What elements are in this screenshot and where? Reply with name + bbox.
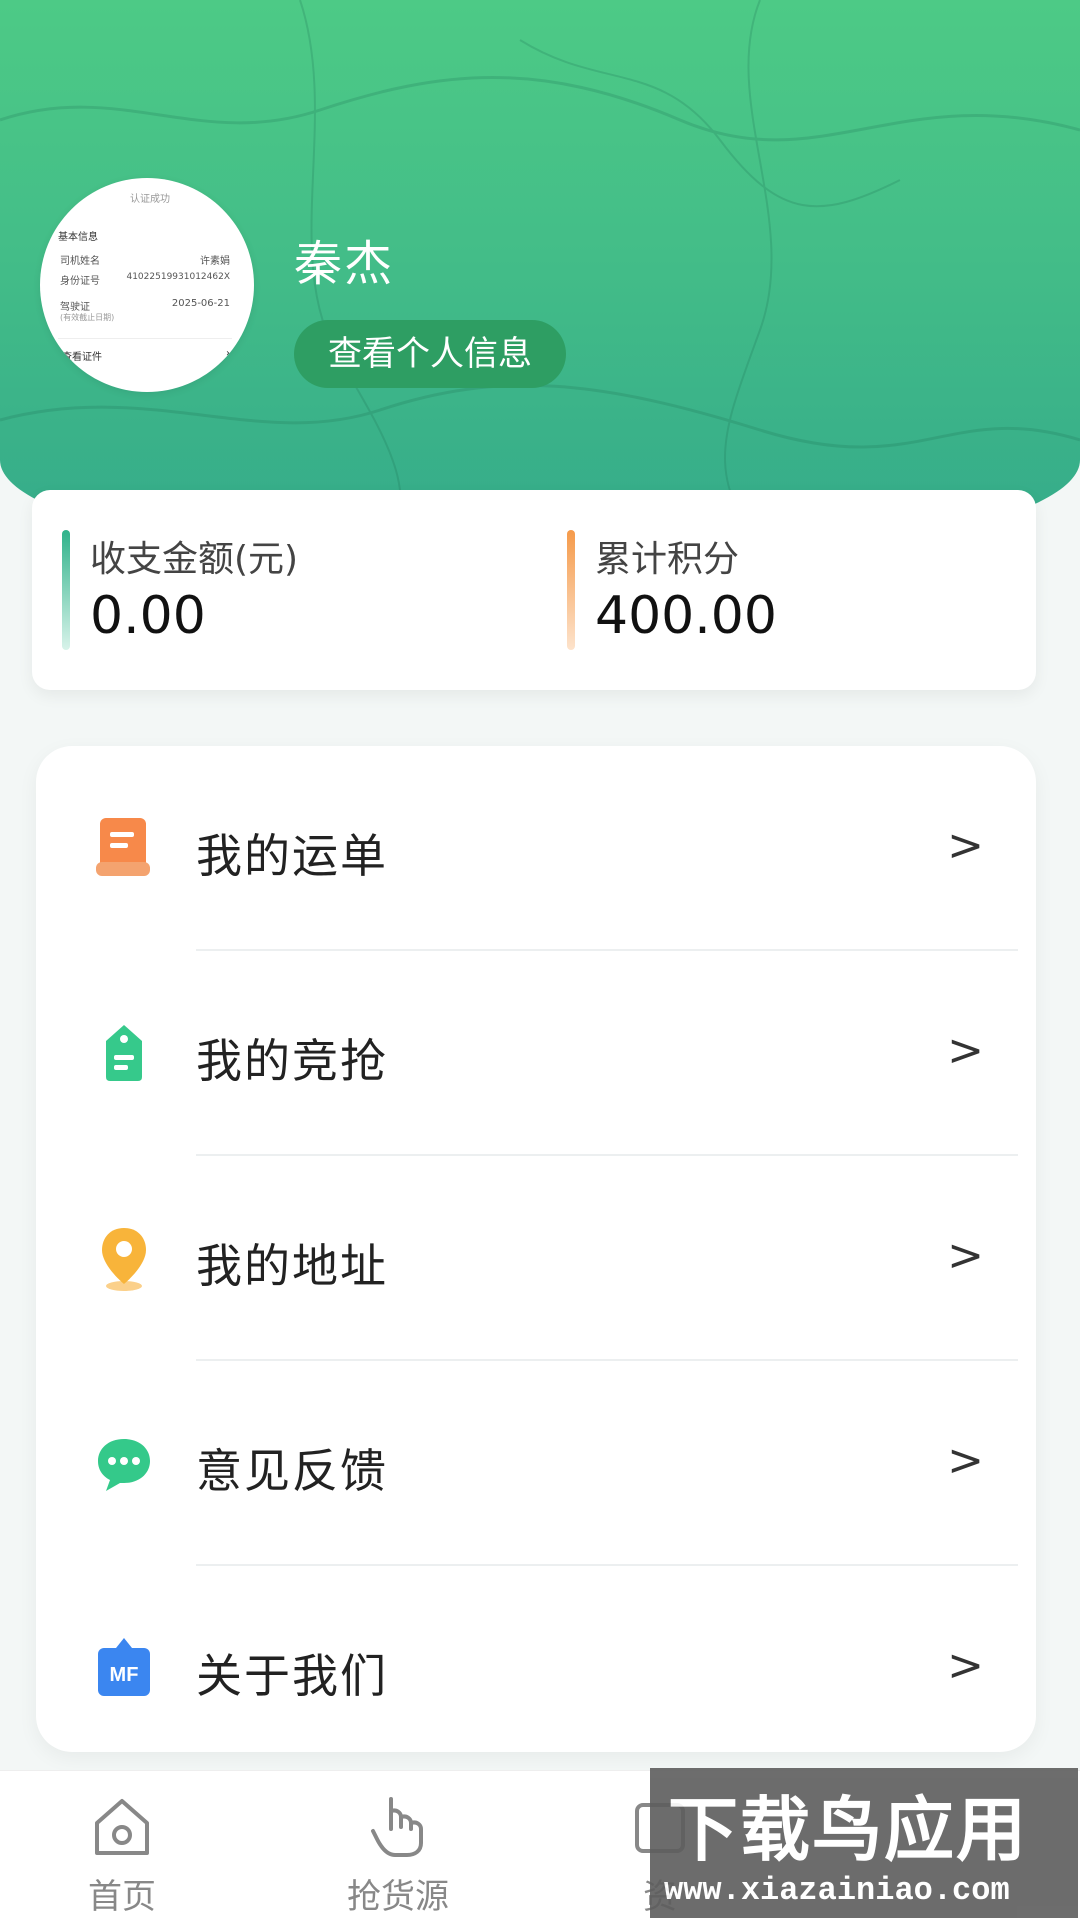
chevron-right-icon: > <box>947 1230 984 1281</box>
doc-section: 基本信息 <box>58 232 98 243</box>
menu-item-label: 我的竞抢 <box>196 1034 388 1088</box>
menu-item-label: 我的地址 <box>196 1239 388 1293</box>
balance-stat[interactable]: 收支金额(元) 0.00 <box>62 530 502 650</box>
doc-sub-note: (有效截止日期) <box>60 313 115 322</box>
avatar[interactable]: 认证成功 基本信息 司机姓名 许素娟 身份证号 4102251993101246… <box>40 178 254 392</box>
tab-label: 首页 <box>88 1877 156 1917</box>
stats-card: 收支金额(元) 0.00 累计积分 400.00 <box>32 490 1036 690</box>
menu-item-waybill[interactable]: 我的运单 > <box>36 746 1036 951</box>
location-pin-icon <box>102 1228 146 1291</box>
chevron-right-icon: > <box>947 1640 984 1691</box>
menu-item-bids[interactable]: 我的竞抢 > <box>36 951 1036 1156</box>
chevron-right-icon: › <box>226 348 230 359</box>
doc-divider <box>58 338 232 339</box>
waybill-icon <box>96 818 150 876</box>
doc-row-label: 司机姓名 <box>60 256 100 267</box>
points-value: 400.00 <box>595 586 777 646</box>
chevron-right-icon: > <box>947 1025 984 1076</box>
doc-cert-link: 查看证件 › <box>62 348 230 363</box>
doc-row-label: 身份证号 <box>60 276 100 287</box>
doc-row: 身份证号 41022519931012462X <box>60 272 230 287</box>
user-name: 秦杰 <box>294 236 395 292</box>
bid-tag-icon <box>106 1025 142 1081</box>
watermark: 下载鸟应用 www.xiazainiao.com <box>650 1768 1078 1918</box>
menu-item-label: 我的运单 <box>196 829 388 883</box>
points-accent-bar <box>567 530 575 650</box>
doc-row: 司机姓名 许素娟 <box>60 252 230 267</box>
points-label: 累计积分 <box>595 539 740 580</box>
balance-value: 0.00 <box>90 586 206 646</box>
doc-row-value: 2025-06-21 <box>171 298 230 309</box>
tab-grab-cargo[interactable]: 抢货源 <box>298 1791 498 1918</box>
svg-text:MF: MF <box>110 1664 139 1686</box>
home-icon <box>95 1799 149 1855</box>
menu-item-label: 关于我们 <box>196 1649 388 1703</box>
doc-row-label: 驾驶证 <box>60 302 90 313</box>
watermark-title: 下载鸟应用 <box>668 1789 1028 1871</box>
doc-row-value: 许素娟 <box>200 256 230 267</box>
menu-list: 我的运单 > 我的竞抢 > 我的地址 > 意见反馈 > MF 关于我们 > <box>36 746 1036 1752</box>
tab-home[interactable]: 首页 <box>22 1791 222 1918</box>
balance-label: 收支金额(元) <box>90 539 299 580</box>
view-profile-button[interactable]: 查看个人信息 <box>294 320 566 388</box>
doc-row: 驾驶证 2025-06-21 <box>60 298 230 313</box>
tap-hand-icon <box>371 1797 423 1857</box>
doc-cert-label: 查看证件 <box>62 352 102 363</box>
menu-item-about[interactable]: MF 关于我们 > <box>36 1566 1036 1771</box>
watermark-url: www.xiazainiao.com <box>664 1872 1010 1909</box>
about-mf-icon: MF <box>98 1638 150 1696</box>
doc-row-value: 41022519931012462X <box>126 272 230 282</box>
avatar-document-image: 认证成功 基本信息 司机姓名 许素娟 身份证号 4102251993101246… <box>50 188 250 378</box>
chevron-right-icon: > <box>947 1435 984 1486</box>
balance-accent-bar <box>62 530 70 650</box>
menu-item-address[interactable]: 我的地址 > <box>36 1156 1036 1361</box>
doc-sub-note-row: (有效截止日期) <box>60 312 230 323</box>
menu-item-feedback[interactable]: 意见反馈 > <box>36 1361 1036 1566</box>
feedback-chat-icon <box>98 1439 150 1491</box>
doc-top-text: 认证成功 <box>130 194 170 205</box>
tab-label: 抢货源 <box>347 1877 449 1917</box>
menu-item-label: 意见反馈 <box>196 1444 388 1498</box>
chevron-right-icon: > <box>947 820 984 871</box>
points-stat[interactable]: 累计积分 400.00 <box>567 530 1007 650</box>
